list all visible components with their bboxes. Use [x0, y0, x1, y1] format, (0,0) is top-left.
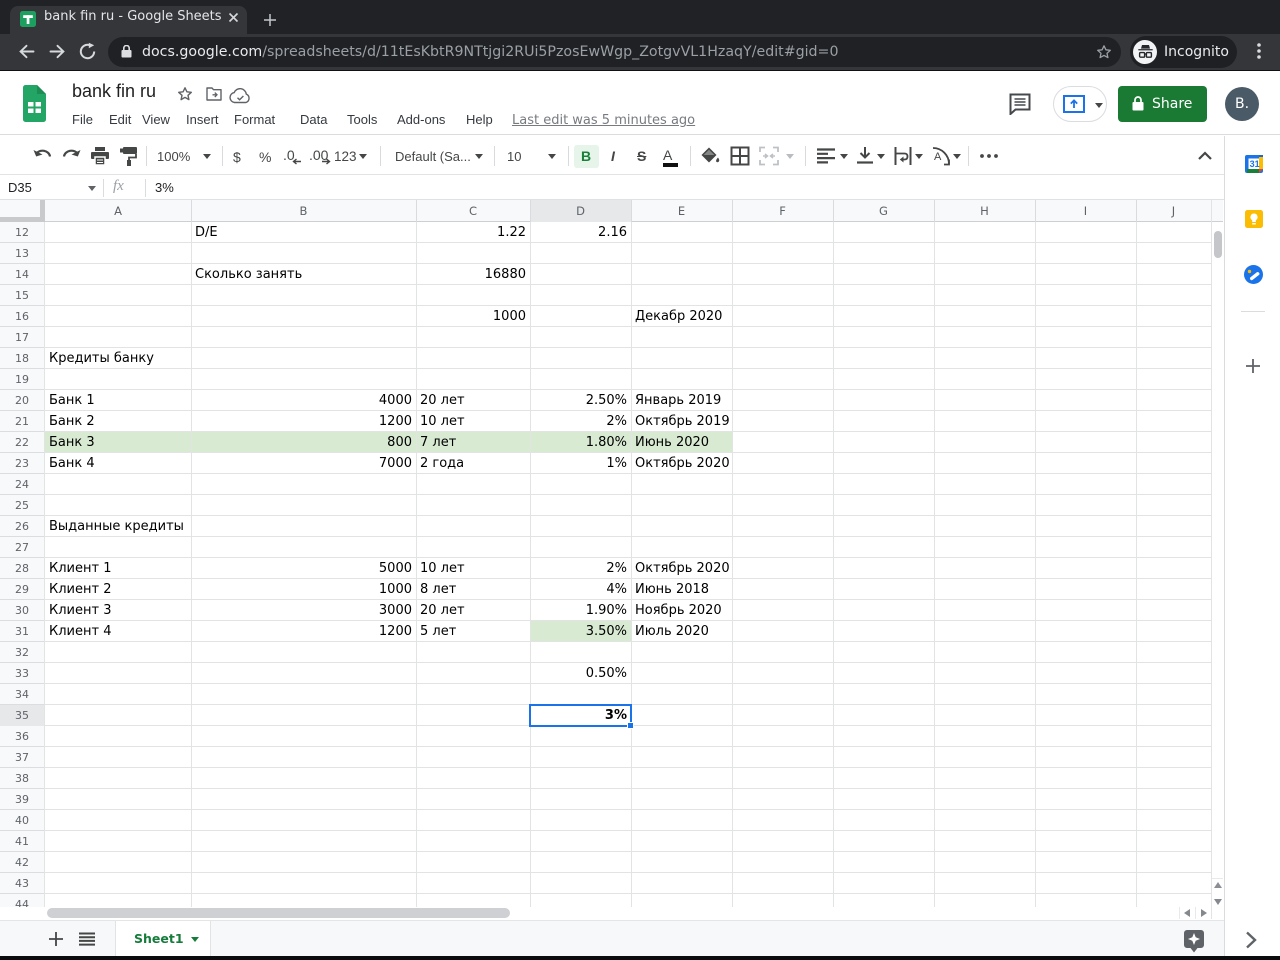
- svg-text:A: A: [934, 151, 942, 163]
- svg-text:31: 31: [1250, 159, 1260, 169]
